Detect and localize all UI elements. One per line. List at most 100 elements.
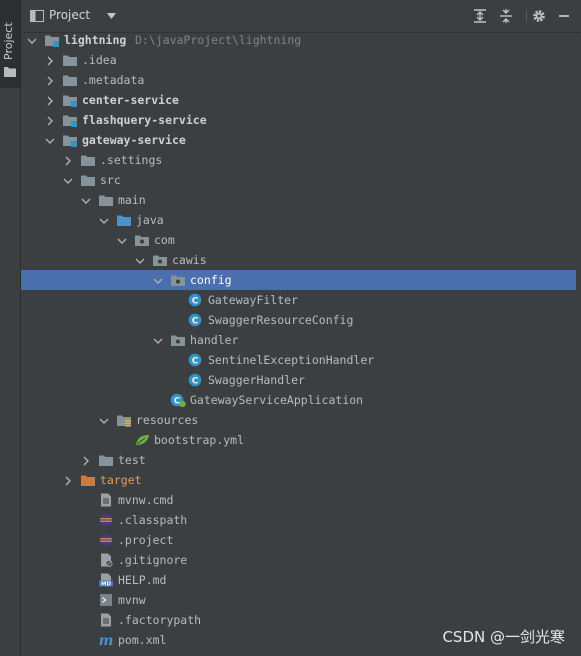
gear-icon[interactable] bbox=[531, 8, 547, 24]
tree-item-label: SwaggerResourceConfig bbox=[208, 313, 354, 327]
chevron-right-icon[interactable] bbox=[45, 75, 55, 86]
module-folder-icon bbox=[62, 133, 78, 147]
toolbar-separator bbox=[526, 9, 527, 23]
tree-item-label: java bbox=[136, 213, 164, 227]
markdown-icon: MD bbox=[98, 573, 114, 588]
chevron-right-icon[interactable] bbox=[45, 115, 55, 126]
tree-row[interactable]: .classpath bbox=[21, 510, 576, 530]
tree-row[interactable]: lightning D:\javaProject\lightning bbox=[21, 30, 576, 50]
chevron-down-icon[interactable] bbox=[45, 135, 55, 145]
tree-row[interactable]: mvnw bbox=[21, 590, 576, 610]
folder-icon bbox=[62, 53, 78, 67]
tree-item-label: GatewayFilter bbox=[208, 293, 299, 307]
chevron-right-icon[interactable] bbox=[45, 55, 55, 66]
tree-row[interactable]: com bbox=[21, 230, 576, 250]
tree-row[interactable]: config bbox=[21, 270, 576, 290]
tree-item-label: test bbox=[118, 453, 146, 467]
svg-text:C: C bbox=[192, 316, 199, 326]
tree-row[interactable]: .settings bbox=[21, 150, 576, 170]
maven-icon: m bbox=[98, 633, 114, 649]
tree-row[interactable]: test bbox=[21, 450, 576, 470]
tree-row[interactable]: java bbox=[21, 210, 576, 230]
chevron-down-icon[interactable] bbox=[153, 275, 163, 285]
svg-text:m: m bbox=[99, 633, 114, 647]
ignore-file-icon bbox=[98, 553, 114, 567]
chevron-right-icon[interactable] bbox=[63, 155, 73, 166]
tree-row[interactable]: .gitignore bbox=[21, 550, 576, 570]
tree-row[interactable]: C SwaggerHandler bbox=[21, 370, 576, 390]
hide-icon[interactable] bbox=[556, 8, 572, 24]
chevron-down-icon[interactable] bbox=[63, 175, 73, 185]
tree-item-label: config bbox=[190, 273, 232, 287]
chevron-right-icon[interactable] bbox=[63, 475, 73, 486]
tree-row[interactable]: target bbox=[21, 470, 576, 490]
tree-row[interactable]: resources bbox=[21, 410, 576, 430]
tree-row[interactable]: C SentinelExceptionHandler bbox=[21, 350, 576, 370]
tree-row[interactable]: C GatewayServiceApplication bbox=[21, 390, 576, 410]
tree-row[interactable]: gateway-service bbox=[21, 130, 576, 150]
chevron-down-icon[interactable] bbox=[153, 335, 163, 345]
tree-row[interactable]: MD HELP.md bbox=[21, 570, 576, 590]
tree-item-label: main bbox=[118, 193, 146, 207]
chevron-down-icon[interactable] bbox=[81, 195, 91, 205]
tree-row[interactable]: center-service bbox=[21, 90, 576, 110]
tree-item-label: cawis bbox=[172, 253, 207, 267]
tree-row[interactable]: C SwaggerResourceConfig bbox=[21, 310, 576, 330]
tree-row[interactable]: bootstrap.yml bbox=[21, 430, 576, 450]
project-view-icon bbox=[30, 10, 44, 22]
folder-icon bbox=[62, 73, 78, 87]
tree-item-label: SentinelExceptionHandler bbox=[208, 353, 375, 367]
tree-row[interactable]: mvnw.cmd bbox=[21, 490, 576, 510]
tree-row[interactable]: .project bbox=[21, 530, 576, 550]
svg-text:MD: MD bbox=[101, 582, 111, 587]
package-icon bbox=[170, 273, 186, 287]
chevron-down-icon[interactable] bbox=[107, 13, 116, 19]
chevron-down-icon[interactable] bbox=[135, 255, 145, 265]
tree-item-label: .metadata bbox=[82, 73, 145, 87]
svg-text:C: C bbox=[192, 296, 199, 306]
tree-item-label: GatewayServiceApplication bbox=[190, 393, 364, 407]
tree-item-label: flashquery-service bbox=[82, 113, 207, 127]
tree-row[interactable]: C GatewayFilter bbox=[21, 290, 576, 310]
project-path: D:\javaProject\lightning bbox=[135, 33, 302, 47]
chevron-down-icon[interactable] bbox=[117, 235, 127, 245]
package-icon bbox=[152, 253, 168, 267]
tree-item-label: SwaggerHandler bbox=[208, 373, 305, 387]
class-icon: C bbox=[188, 353, 204, 367]
svg-text:C: C bbox=[192, 376, 199, 386]
tree-row[interactable]: main bbox=[21, 190, 576, 210]
class-icon: C bbox=[188, 293, 204, 307]
package-icon bbox=[170, 333, 186, 347]
tree-row[interactable]: handler bbox=[21, 330, 576, 350]
module-folder-icon bbox=[62, 113, 78, 127]
tree-item-label: gateway-service bbox=[82, 133, 186, 147]
spring-boot-class-icon: C bbox=[170, 393, 186, 408]
project-tool-tab[interactable]: Project bbox=[0, 0, 20, 88]
tree-item-label: mvnw bbox=[118, 593, 146, 607]
chevron-right-icon[interactable] bbox=[81, 455, 91, 466]
shell-script-icon bbox=[98, 593, 114, 607]
project-view-title[interactable]: Project bbox=[49, 8, 90, 22]
tree-item-label: HELP.md bbox=[118, 573, 167, 587]
text-file-icon bbox=[98, 493, 114, 507]
tree-row[interactable]: .idea bbox=[21, 50, 576, 70]
tree-item-label: src bbox=[100, 173, 121, 187]
chevron-right-icon[interactable] bbox=[45, 95, 55, 106]
tree-item-label: .classpath bbox=[118, 513, 188, 527]
eclipse-file-icon bbox=[98, 513, 114, 527]
collapse-all-icon[interactable] bbox=[498, 8, 514, 24]
folder-icon bbox=[98, 193, 114, 207]
tree-item-label: resources bbox=[136, 413, 199, 427]
chevron-down-icon[interactable] bbox=[27, 35, 37, 45]
tree-row[interactable]: cawis bbox=[21, 250, 576, 270]
folder-icon bbox=[80, 173, 96, 187]
tree-item-label: com bbox=[154, 233, 175, 247]
tree-row[interactable]: .metadata bbox=[21, 70, 576, 90]
class-icon: C bbox=[188, 373, 204, 387]
expand-all-icon[interactable] bbox=[472, 8, 488, 24]
tree-row[interactable]: src bbox=[21, 170, 576, 190]
text-file-icon bbox=[98, 613, 114, 627]
tree-row[interactable]: flashquery-service bbox=[21, 110, 576, 130]
chevron-down-icon[interactable] bbox=[99, 215, 109, 225]
chevron-down-icon[interactable] bbox=[99, 415, 109, 425]
